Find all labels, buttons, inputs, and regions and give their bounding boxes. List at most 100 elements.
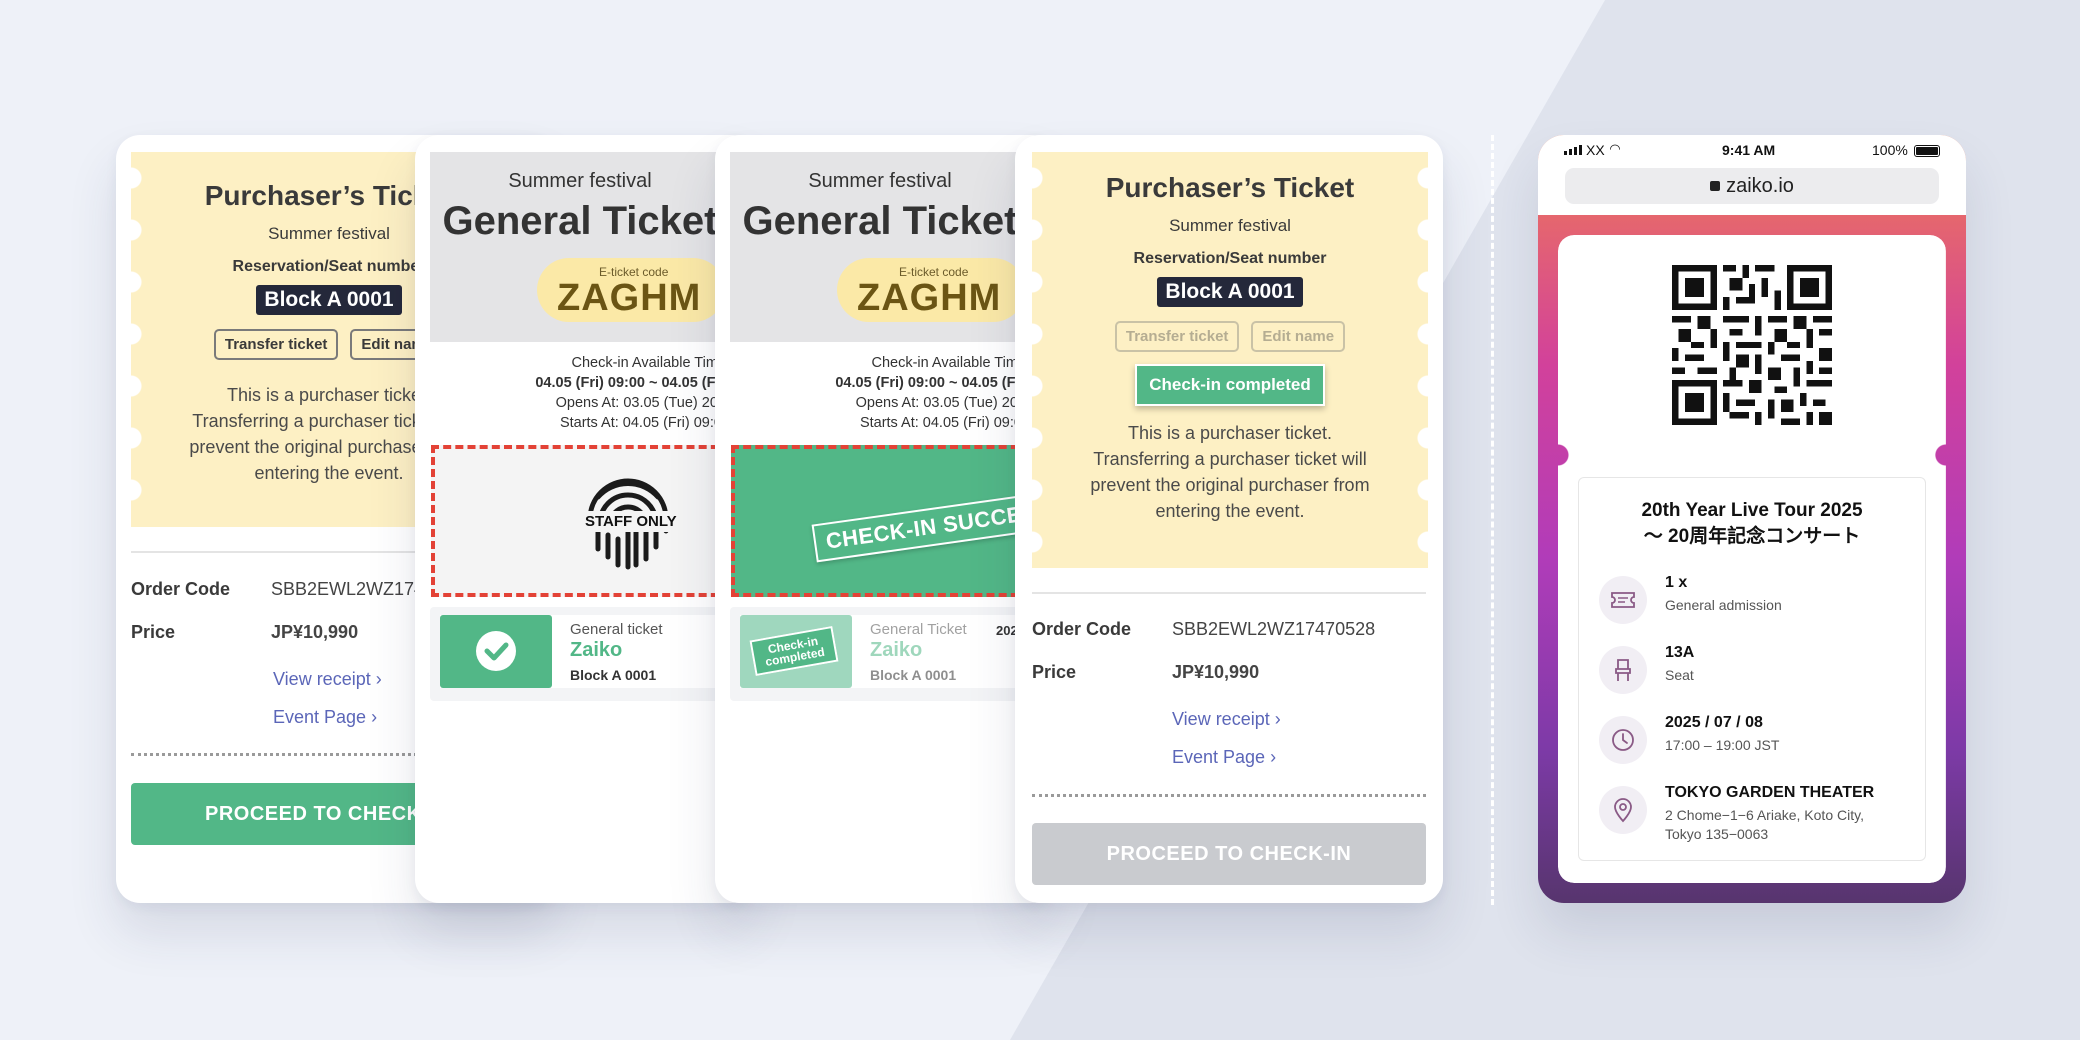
- event-title: 20th Year Live Tour 2025 〜 20周年記念コンサート: [1641, 500, 1863, 547]
- ticket-title: General Ticket: [442, 199, 718, 243]
- eticket-code: ZAGHM: [857, 277, 1002, 319]
- reservation-label: Reservation/Seat number: [1133, 250, 1327, 267]
- location-pin-icon: [1599, 786, 1647, 834]
- signal-icon: [1564, 145, 1582, 155]
- view-receipt-link[interactable]: View receipt ›: [1172, 709, 1281, 730]
- address-bar[interactable]: zaiko.io: [1565, 168, 1939, 204]
- checkin-time: 04.05 (Fri) 09:00 ~ 04.05 (Fri): [835, 375, 1030, 391]
- battery-icon: [1914, 145, 1940, 157]
- ticket-preview[interactable]: General ticket Zaiko Block A 0001: [430, 607, 730, 701]
- event-page-link[interactable]: Event Page ›: [273, 707, 377, 728]
- checkin-info: Check-in Available Time: 04.05 (Fri) 09:…: [430, 353, 730, 433]
- staff-only-zone[interactable]: STAFF ONLY: [431, 445, 731, 597]
- opens-at: Opens At: 03.05 (Tue) 20:5: [555, 395, 730, 411]
- checkin-info: Check-in Available Time: 04.05 (Fri) 09:…: [730, 353, 1030, 433]
- order-code-label: Order Code: [1032, 619, 1132, 639]
- ticket-preview-brand: Zaiko: [570, 639, 623, 661]
- seat-number: 13A: [1665, 644, 1695, 661]
- status-bar: XX ◠ 9:41 AM 100%: [1538, 141, 1966, 161]
- checkin-time-label: Check-in Available Time:: [571, 355, 730, 371]
- checkin-success-zone: CHECK-IN SUCCESS: [731, 445, 1031, 597]
- seat-badge: Block A 0001: [256, 285, 402, 315]
- eticket-code: ZAGHM: [557, 277, 702, 319]
- browser-chrome: XX ◠ 9:41 AM 100% zaiko.io: [1538, 135, 1966, 215]
- lock-icon: [1710, 181, 1721, 191]
- order-code-label: Order Code: [131, 579, 231, 599]
- edit-name-button[interactable]: Edit name: [1251, 321, 1346, 352]
- eticket-code-pill: E-ticket code ZAGHM: [837, 258, 1025, 322]
- event-date: 2025 / 07 / 08: [1665, 714, 1763, 731]
- detail-row-ticket: 1 x General admission: [1599, 574, 1919, 630]
- staff-only-label: STAFF ONLY: [583, 511, 679, 532]
- checkin-time-label: Check-in Available Time:: [871, 355, 1030, 371]
- ticket-preview-seat: Block A 0001: [570, 667, 657, 683]
- dotted-divider: [1032, 794, 1426, 797]
- detail-row-venue: TOKYO GARDEN THEATER 2 Chome−1−6 Ariake,…: [1599, 784, 1919, 842]
- event-time: 17:00 – 19:00 JST: [1665, 737, 1780, 753]
- ticket-preview-brand: Zaiko: [870, 639, 923, 661]
- section-divider: [1491, 135, 1494, 905]
- view-receipt-link[interactable]: View receipt ›: [273, 669, 382, 690]
- url-text: zaiko.io: [1726, 175, 1794, 197]
- price-label: Price: [131, 622, 176, 642]
- checkin-success-stamp: CHECK-IN SUCCESS: [811, 489, 1027, 563]
- ticket-preview-type: General ticket: [570, 621, 663, 638]
- event-page-link[interactable]: Event Page ›: [1172, 747, 1276, 768]
- venue-name: TOKYO GARDEN THEATER: [1665, 784, 1875, 801]
- seat-badge: Block A 0001: [1157, 277, 1303, 307]
- battery-percent: 100%: [1872, 142, 1908, 158]
- purchaser-title: Purchaser’s Ticket: [1105, 172, 1355, 203]
- divider: [1032, 592, 1426, 594]
- view-receipt-label: View receipt: [273, 669, 371, 689]
- checkin-completed-badge: Check-in completed: [1135, 364, 1325, 406]
- ticket-icon: [1599, 576, 1647, 624]
- detail-row-seat: 13A Seat: [1599, 644, 1919, 700]
- seat-label: Seat: [1665, 667, 1694, 683]
- ticket-header: Summer festival General Ticket E-ticket …: [430, 152, 730, 342]
- starts-at: Starts At: 04.05 (Fri) 09:00: [559, 415, 730, 431]
- ticket-preview-thumb: Check-in completed: [740, 615, 852, 688]
- ticket-preview-seat: Block A 0001: [870, 667, 957, 683]
- purchaser-description: This is a purchaser ticket. Transferring…: [1090, 423, 1370, 521]
- ticket-type: General admission: [1665, 597, 1782, 613]
- checkin-completed-stamp: Check-in completed: [749, 625, 839, 677]
- chevron-right-icon: ›: [375, 669, 382, 689]
- ticket-header: Summer festival General Ticket E-ticket …: [730, 152, 1030, 342]
- general-ticket-card-success: Summer festival General Ticket E-ticket …: [715, 135, 1055, 903]
- ticket-title: General Ticket: [742, 199, 1018, 243]
- eticket-code-pill: E-ticket code ZAGHM: [537, 258, 725, 322]
- ticket-quantity: 1 x: [1665, 574, 1688, 591]
- clock-time: 9:41 AM: [1722, 142, 1776, 158]
- seat-icon: [1599, 646, 1647, 694]
- purchaser-ticket-card-front: Purchaser’s Ticket Summer festival Reser…: [1015, 135, 1443, 903]
- view-receipt-label: View receipt: [1172, 709, 1270, 729]
- chevron-right-icon: ›: [1274, 709, 1281, 729]
- carrier-label: XX: [1586, 142, 1605, 158]
- ticket-preview-thumb: [440, 615, 552, 688]
- chevron-right-icon: ›: [1270, 747, 1277, 767]
- transfer-ticket-button[interactable]: Transfer ticket: [1114, 321, 1240, 352]
- ticket-preview[interactable]: Check-in completed General Ticket Zaiko …: [730, 607, 1030, 701]
- checkin-time: 04.05 (Fri) 09:00 ~ 04.05 (Fri): [535, 375, 730, 391]
- event-name: Summer festival: [1169, 216, 1291, 235]
- check-circle-icon: [476, 631, 516, 671]
- opens-at: Opens At: 03.05 (Tue) 20:5: [855, 395, 1030, 411]
- mobile-ticket-card: 20th Year Live Tour 2025 〜 20周年記念コンサート 1…: [1558, 235, 1946, 883]
- wifi-icon: ◠: [1610, 141, 1620, 156]
- price-value: JP¥10,990: [271, 622, 359, 642]
- clock-icon: [1599, 716, 1647, 764]
- event-page-label: Event Page: [273, 707, 367, 727]
- proceed-to-checkin-button[interactable]: PROCEED TO CHECK-IN: [1032, 823, 1426, 885]
- venue-address: 2 Chome−1−6 Ariake, Koto City, Tokyo 135…: [1665, 807, 1864, 842]
- qr-code[interactable]: [1672, 265, 1832, 425]
- transfer-ticket-button[interactable]: Transfer ticket: [213, 329, 339, 360]
- starts-at: Starts At: 04.05 (Fri) 09:00: [859, 415, 1030, 431]
- chevron-right-icon: ›: [371, 707, 378, 727]
- mobile-ticket-preview: XX ◠ 9:41 AM 100% zaiko.io 20th Year Liv…: [1538, 135, 1966, 903]
- ticket-preview-type: General Ticket: [870, 621, 967, 638]
- purchaser-ticket-stub: Purchaser’s Ticket Summer festival Reser…: [1032, 152, 1428, 568]
- event-name: Summer festival: [508, 170, 652, 192]
- general-ticket-card-staff: Summer festival General Ticket E-ticket …: [415, 135, 755, 903]
- detail-row-date: 2025 / 07 / 08 17:00 – 19:00 JST: [1599, 714, 1919, 770]
- event-page-label: Event Page: [1172, 747, 1266, 767]
